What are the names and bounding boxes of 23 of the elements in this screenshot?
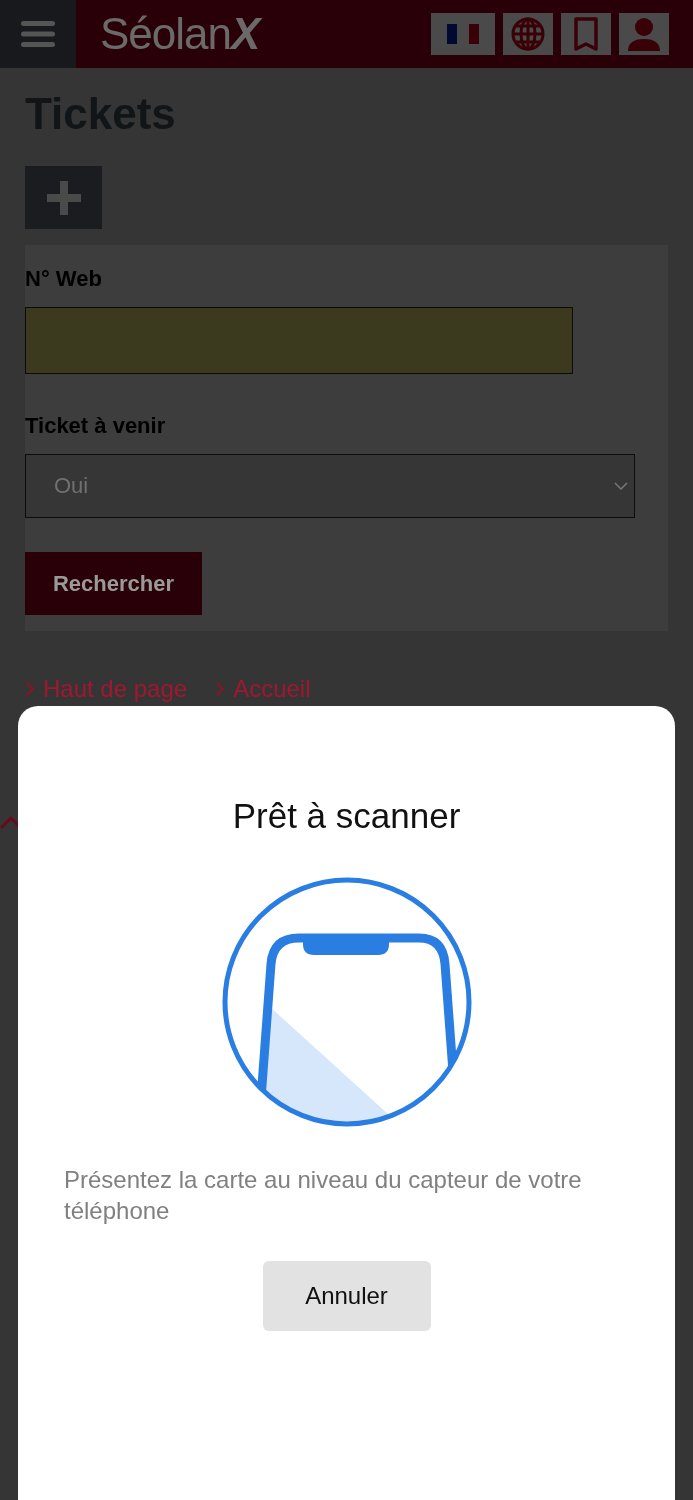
menu-icon [21, 21, 55, 47]
field-label: Ticket à venir [25, 412, 166, 440]
menu-button[interactable] [0, 0, 76, 68]
user-icon [626, 16, 662, 52]
bookmark-icon [573, 16, 599, 52]
search-button[interactable]: Rechercher [25, 552, 202, 615]
field-label: N° Web [25, 265, 102, 293]
language-button[interactable] [431, 13, 495, 55]
plus-icon [46, 180, 81, 215]
globe-button[interactable] [503, 13, 553, 55]
add-button[interactable] [25, 166, 102, 229]
select-field[interactable]: Oui [25, 454, 635, 518]
caret-icon [614, 482, 628, 490]
cancel-button[interactable]: Annuler [262, 1261, 431, 1331]
chevron-icon [25, 681, 35, 697]
input-field[interactable] [25, 307, 573, 374]
chevron-icon [215, 681, 226, 697]
globe-icon [511, 17, 545, 51]
sheet-title: Prêt à scanner [232, 795, 461, 837]
phone-scan-icon [220, 876, 473, 1128]
account-button[interactable] [619, 13, 669, 55]
sheet-message: Présentez la carte au niveau du capteur de votre téléphone [63, 1165, 583, 1226]
bookmark-button[interactable] [561, 13, 611, 55]
